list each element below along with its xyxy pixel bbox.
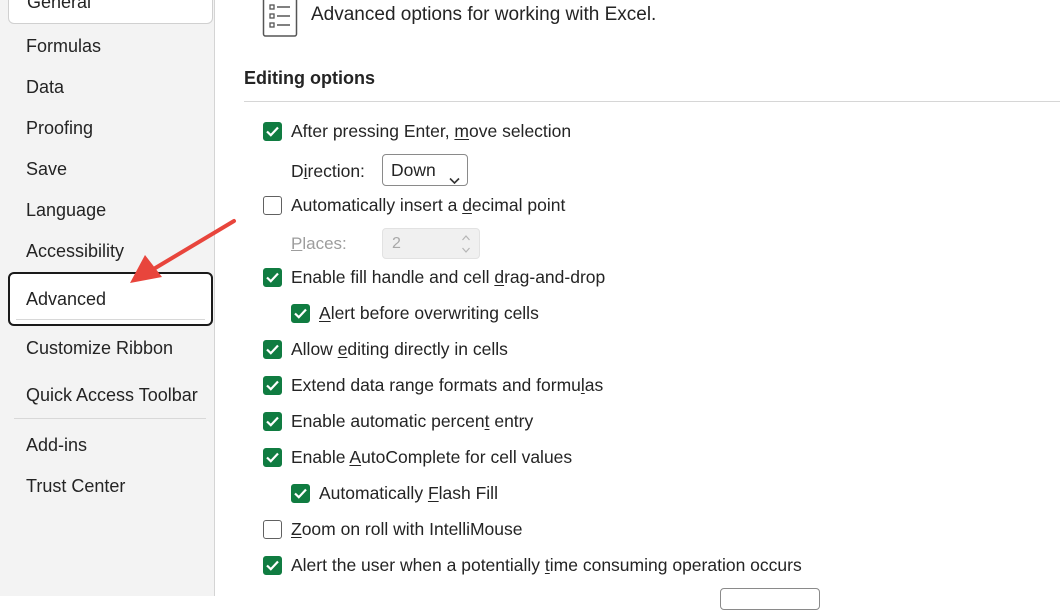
- checkbox-unchecked-icon[interactable]: [263, 519, 282, 539]
- option-alert-overwrite[interactable]: Alert before overwriting cells: [291, 301, 539, 325]
- checkbox-checked-icon[interactable]: [263, 375, 282, 395]
- checkbox-checked-icon[interactable]: [263, 267, 282, 287]
- sidebar-item-trust-center[interactable]: Trust Center: [8, 467, 213, 505]
- option-decimal-point[interactable]: Automatically insert a decimal point: [263, 193, 565, 217]
- option-label: Alert the user when a potentially time c…: [291, 554, 802, 575]
- option-label: After pressing Enter, move selection: [291, 120, 572, 141]
- option-autocomplete[interactable]: Enable AutoComplete for cell values: [263, 445, 572, 469]
- checkbox-checked-icon[interactable]: [263, 121, 282, 141]
- option-label: Allow editing directly in cells: [291, 338, 508, 359]
- sidebar-item-data[interactable]: Data: [8, 68, 213, 106]
- option-flash-fill[interactable]: Automatically Flash Fill: [291, 481, 498, 505]
- selected-underline: [16, 319, 205, 320]
- sidebar-item-add-ins[interactable]: Add-ins: [8, 426, 213, 464]
- direction-dropdown[interactable]: Down: [382, 154, 468, 186]
- sidebar-item-save[interactable]: Save: [8, 150, 213, 188]
- option-fill-handle[interactable]: Enable fill handle and cell drag-and-dro…: [263, 265, 605, 289]
- option-zoom-roll[interactable]: Zoom on roll with IntelliMouse: [263, 517, 523, 541]
- option-label: Extend data range formats and formulas: [291, 374, 604, 395]
- sidebar-item-general[interactable]: General: [8, 0, 213, 24]
- option-label: Automatically Flash Fill: [319, 482, 498, 503]
- annotation-arrow-icon: [120, 215, 240, 295]
- places-spinner[interactable]: 2: [382, 228, 480, 259]
- checkbox-checked-icon[interactable]: [291, 303, 310, 323]
- section-title: Editing options: [244, 68, 375, 88]
- option-percent-entry[interactable]: Enable automatic percent entry: [263, 409, 533, 433]
- checkbox-checked-icon[interactable]: [263, 411, 282, 431]
- option-move-selection[interactable]: After pressing Enter, move selection: [263, 119, 571, 143]
- option-edit-in-cells[interactable]: Allow editing directly in cells: [263, 337, 508, 361]
- option-label: Enable AutoComplete for cell values: [291, 446, 573, 467]
- option-label: Alert before overwriting cells: [319, 302, 539, 323]
- option-extend-formats[interactable]: Extend data range formats and formulas: [263, 373, 603, 397]
- checkbox-checked-icon[interactable]: [263, 339, 282, 359]
- option-label: Zoom on roll with IntelliMouse: [291, 518, 523, 539]
- checkbox-checked-icon[interactable]: [263, 447, 282, 467]
- sidebar-item-formulas[interactable]: Formulas: [8, 27, 213, 65]
- options-sidebar: General Formulas Data Proofing Save Lang…: [0, 0, 215, 596]
- list-options-icon: [262, 0, 298, 43]
- direction-label: Direction:: [291, 160, 365, 181]
- option-label: Enable fill handle and cell drag-and-dro…: [291, 266, 606, 287]
- page-description: Advanced options for working with Excel.: [311, 4, 657, 25]
- sidebar-item-advanced-label: Advanced: [26, 289, 107, 309]
- spinner-arrows-icon[interactable]: [461, 232, 471, 266]
- checkbox-unchecked-icon[interactable]: [263, 195, 282, 215]
- cells-count-input[interactable]: [720, 588, 820, 610]
- sidebar-item-customize-ribbon[interactable]: Customize Ribbon: [8, 329, 213, 367]
- option-label: Enable automatic percent entry: [291, 410, 534, 431]
- checkbox-checked-icon[interactable]: [291, 483, 310, 503]
- checkbox-checked-icon[interactable]: [263, 555, 282, 575]
- sidebar-item-proofing[interactable]: Proofing: [8, 109, 213, 147]
- chevron-down-icon: [449, 164, 460, 194]
- sidebar-item-quick-access-toolbar[interactable]: Quick Access Toolbar: [8, 376, 213, 414]
- sidebar-divider: [14, 418, 206, 419]
- option-alert-time[interactable]: Alert the user when a potentially time c…: [263, 553, 802, 577]
- option-label: Automatically insert a decimal point: [291, 194, 566, 215]
- places-label: Places:: [291, 234, 347, 253]
- places-value: 2: [392, 235, 401, 252]
- direction-value: Down: [391, 160, 436, 180]
- section-divider: [244, 101, 1060, 102]
